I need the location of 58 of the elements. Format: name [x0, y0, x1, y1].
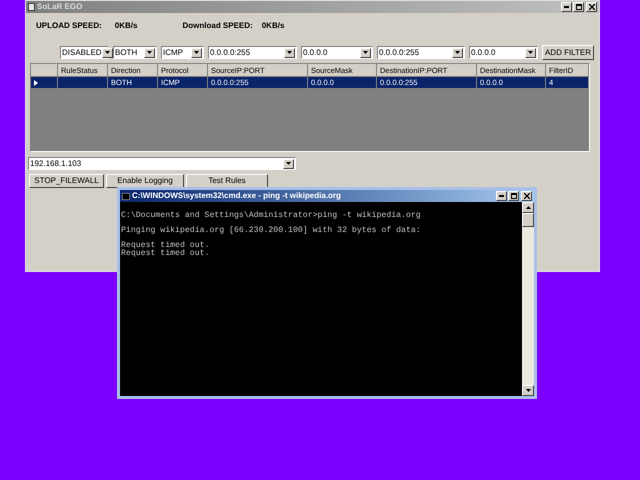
minimize-button[interactable]	[561, 2, 572, 12]
maximize-icon	[576, 4, 582, 10]
upload-value: 0KB/s	[114, 20, 138, 32]
console-line: Pinging wikipedia.org [66.230.200.100] with 32 bytes of data:	[121, 227, 421, 235]
caret-icon	[287, 51, 292, 54]
console-line: C:\Documents and Settings\Administrator>ping -t wikipedia.org	[121, 212, 421, 220]
dropdown-field[interactable]: BOTH	[113, 46, 157, 59]
dropdown-field[interactable]: 192.168.1.103	[28, 157, 296, 170]
download-label: Download SPEED:	[182, 20, 253, 32]
console-line: Request timed out.	[121, 250, 210, 258]
caret-icon	[104, 51, 110, 54]
app-icon	[28, 3, 35, 11]
dropdown-button[interactable]	[283, 158, 294, 168]
upload-label: UPLOAD SPEED:	[36, 20, 102, 32]
close-icon	[524, 193, 530, 199]
minimize-icon	[499, 195, 504, 197]
close-icon	[588, 4, 594, 10]
dropdown-field[interactable]: 0.0.0.0	[469, 46, 538, 59]
maximize-button[interactable]	[508, 191, 519, 201]
caret-icon	[286, 162, 291, 165]
action-button[interactable]: Test Rules	[186, 174, 268, 188]
minimize-button[interactable]	[496, 191, 507, 201]
dropdown-button[interactable]	[144, 48, 155, 58]
download-value: 0KB/s	[262, 20, 284, 32]
minimize-icon	[564, 6, 569, 8]
console-icon	[122, 192, 130, 200]
caret-icon	[528, 51, 533, 54]
scroll-up-button[interactable]	[522, 202, 534, 213]
add-filter-button[interactable]: ADD FILTER	[542, 45, 594, 60]
console-line: Request timed out.	[121, 242, 210, 250]
up-arrow-icon	[526, 206, 530, 209]
down-arrow-icon	[526, 389, 530, 392]
window-title: SoLaR EGO	[37, 3, 82, 11]
caret-icon	[147, 51, 152, 54]
caret-icon	[194, 51, 199, 54]
close-button[interactable]	[586, 2, 597, 12]
maximize-icon	[510, 193, 516, 199]
caret-icon	[455, 51, 460, 54]
action-button[interactable]: Enable Logging	[106, 174, 184, 188]
dropdown-button[interactable]	[284, 48, 295, 58]
dropdown-button[interactable]	[360, 48, 371, 58]
row-pointer-icon	[34, 80, 38, 86]
dropdown-field[interactable]: 0.0.0.0:255	[208, 46, 297, 59]
caret-icon	[363, 51, 368, 54]
dropdown-button[interactable]	[452, 48, 463, 58]
dropdown-button[interactable]	[102, 48, 113, 58]
window-title: C:\WINDOWS\system32\cmd.exe - ping -t wikipedia.org	[132, 192, 341, 200]
action-button[interactable]: STOP_FILEWALL	[29, 174, 104, 188]
dropdown-field[interactable]: 0.0.0.0:255	[377, 46, 465, 59]
dropdown-button[interactable]	[525, 48, 536, 58]
dropdown-field[interactable]: 0.0.0.0	[301, 46, 373, 59]
scrollbar[interactable]	[522, 202, 534, 396]
maximize-button[interactable]	[573, 2, 584, 12]
dropdown-button[interactable]	[191, 48, 202, 58]
dropdown-field[interactable]: ICMP	[161, 46, 204, 59]
scroll-down-button[interactable]	[522, 385, 534, 396]
close-button[interactable]	[521, 191, 532, 201]
scroll-thumb[interactable]	[522, 213, 534, 227]
